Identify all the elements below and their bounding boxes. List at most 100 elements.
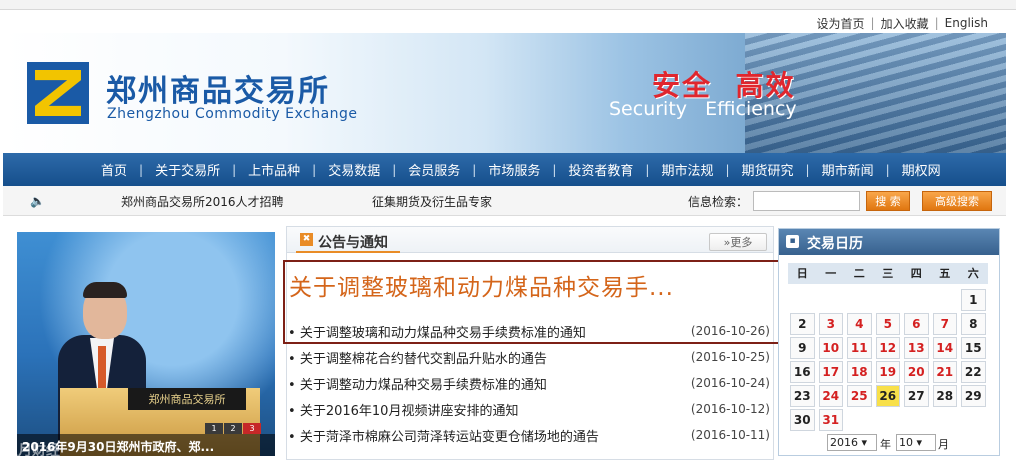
announcement-row[interactable]: • 关于调整动力煤品种交易手续费标准的通知 (2016-10-24) xyxy=(288,372,770,394)
advanced-search-button[interactable]: 高级搜索 xyxy=(922,191,992,211)
weekday-row: 日一二三四五六 xyxy=(788,263,988,284)
watermark: 玖月财经 xyxy=(4,443,60,459)
calendar-day[interactable]: 14 xyxy=(932,337,957,359)
nav-item[interactable]: 关于交易所 xyxy=(143,160,232,179)
nav-item[interactable]: 期货研究 xyxy=(730,160,806,179)
announcement-row[interactable]: • 关于调整棉花合约替代交割品升贴水的通告 (2016-10-25) xyxy=(288,346,770,368)
announcement-title[interactable]: 关于菏泽市棉麻公司菏泽转运站变更仓储场地的通告 xyxy=(300,430,599,445)
chevron-down-icon: ▾ xyxy=(861,436,868,449)
search-button[interactable]: 搜 索 xyxy=(866,191,910,211)
calendar-day[interactable]: 25 xyxy=(847,385,872,407)
calendar-day[interactable]: 18 xyxy=(847,361,872,383)
year-select[interactable]: 2016 ▾ xyxy=(827,434,877,451)
nav-item[interactable]: 投资者教育 xyxy=(556,160,645,179)
announcement-left: • 关于菏泽市棉麻公司菏泽转运站变更仓储场地的通告 xyxy=(288,426,599,445)
ticker-item[interactable]: 郑州商品交易所2016人才招聘 xyxy=(121,193,284,210)
calendar-day[interactable]: 19 xyxy=(875,361,900,383)
announcement-title[interactable]: 关于调整动力煤品种交易手续费标准的通知 xyxy=(300,378,547,393)
announcement-date: (2016-10-12) xyxy=(690,402,770,416)
calendar-day[interactable]: 21 xyxy=(932,361,957,383)
calendar-day[interactable]: 1 xyxy=(961,289,986,311)
calendar-day[interactable]: 29 xyxy=(961,385,986,407)
notice-icon: ✖ xyxy=(300,233,313,246)
calendar-day[interactable]: 20 xyxy=(904,361,929,383)
slide-dot-active[interactable]: 3 xyxy=(243,423,261,434)
nav-item[interactable]: 上市品种 xyxy=(236,160,312,179)
weekday-label: 日 xyxy=(796,267,808,280)
weekday-label: 二 xyxy=(853,267,865,280)
search-label: 信息检索： xyxy=(688,195,749,209)
weekday-label: 四 xyxy=(910,267,922,280)
calendar-day[interactable]: 15 xyxy=(961,337,986,359)
calendar-day[interactable]: 16 xyxy=(790,361,815,383)
calendar-day[interactable]: 12 xyxy=(875,337,900,359)
english-link[interactable]: English xyxy=(939,16,994,30)
nav-item[interactable]: 会员服务 xyxy=(396,160,472,179)
calendar-day[interactable]: 28 xyxy=(932,385,957,407)
announcement-row[interactable]: • 关于2016年10月视频讲座安排的通知 (2016-10-12) xyxy=(288,398,770,420)
slogan-en: Security Efficiency xyxy=(609,98,797,120)
chevron-right-icon: » xyxy=(723,235,731,249)
search-input[interactable] xyxy=(753,191,860,211)
announcements-title[interactable]: 公告与通知 xyxy=(318,232,388,252)
nav-item[interactable]: 市场服务 xyxy=(476,160,552,179)
add-bookmark-link[interactable]: 加入收藏 xyxy=(875,15,935,32)
announcement-left: • 关于调整动力煤品种交易手续费标准的通知 xyxy=(288,374,547,393)
set-home-link[interactable]: 设为首页 xyxy=(811,15,871,32)
calendar-day[interactable]: 22 xyxy=(961,361,986,383)
weekday-label: 一 xyxy=(825,267,837,280)
bullet-icon: • xyxy=(288,351,300,367)
nav-item[interactable]: 期权网 xyxy=(890,160,953,179)
calendar-day[interactable]: 11 xyxy=(847,337,872,359)
month-value: 10 xyxy=(899,436,913,449)
nav-item[interactable]: 期市法规 xyxy=(649,160,725,179)
announcement-title[interactable]: 关于调整玻璃和动力煤品种交易手续费标准的通知 xyxy=(300,326,586,341)
calendar-day-today[interactable]: 26 xyxy=(875,385,900,407)
ticker-item[interactable]: 征集期货及衍生品专家 xyxy=(372,193,492,210)
slide-dot[interactable]: 1 xyxy=(205,423,223,434)
empty-day xyxy=(847,289,872,311)
calendar-day[interactable]: 31 xyxy=(818,409,843,431)
calendar-day[interactable]: 13 xyxy=(904,337,929,359)
calendar-day[interactable]: 24 xyxy=(818,385,843,407)
nav-item[interactable]: 交易数据 xyxy=(316,160,392,179)
calendar-day[interactable]: 17 xyxy=(818,361,843,383)
year-value: 2016 xyxy=(830,436,858,449)
headline-title[interactable]: 关于调整玻璃和动力煤品种交易手... xyxy=(289,268,759,302)
calendar-icon: ▪ xyxy=(786,235,799,248)
podium-sign: 郑州商品交易所 xyxy=(128,388,246,410)
calendar-day[interactable]: 23 xyxy=(790,385,815,407)
more-button[interactable]: » 更多 xyxy=(709,233,767,251)
empty-day xyxy=(933,289,958,311)
announcement-row[interactable]: • 关于调整玻璃和动力煤品种交易手续费标准的通知 (2016-10-26) xyxy=(288,320,770,342)
calendar-day[interactable]: 27 xyxy=(904,385,929,407)
empty-day xyxy=(876,289,901,311)
empty-day xyxy=(790,289,815,311)
empty-day xyxy=(904,289,929,311)
bullet-icon: • xyxy=(288,403,300,419)
announcement-title[interactable]: 关于2016年10月视频讲座安排的通知 xyxy=(300,404,519,419)
announcement-row[interactable]: • 关于菏泽市棉麻公司菏泽转运站变更仓储场地的通告 (2016-10-11) xyxy=(288,424,770,446)
calendar-day[interactable]: 10 xyxy=(818,337,843,359)
calendar-day[interactable]: 2 xyxy=(790,313,815,335)
nav-item[interactable]: 首页 xyxy=(89,160,139,179)
calendar-day[interactable]: 30 xyxy=(790,409,815,431)
calendar-day[interactable]: 5 xyxy=(875,313,900,335)
announcement-title[interactable]: 关于调整棉花合约替代交割品升贴水的通告 xyxy=(300,352,547,367)
calendar-day[interactable]: 6 xyxy=(904,313,929,335)
nav-item[interactable]: 期市新闻 xyxy=(810,160,886,179)
calendar-day[interactable]: 4 xyxy=(847,313,872,335)
calendar-day[interactable]: 8 xyxy=(961,313,986,335)
calendar-title: 交易日历 xyxy=(807,236,863,252)
bullet-icon: • xyxy=(288,325,300,341)
month-select[interactable]: 10 ▾ xyxy=(896,434,936,451)
weekday-label: 六 xyxy=(967,267,979,280)
calendar-day[interactable]: 7 xyxy=(932,313,957,335)
slide-dot[interactable]: 2 xyxy=(224,423,242,434)
announcement-left: • 关于调整玻璃和动力煤品种交易手续费标准的通知 xyxy=(288,322,586,341)
announcement-left: • 关于2016年10月视频讲座安排的通知 xyxy=(288,400,518,419)
chevron-down-icon: ▾ xyxy=(916,436,923,449)
calendar-day[interactable]: 3 xyxy=(818,313,843,335)
calendar-day[interactable]: 9 xyxy=(790,337,815,359)
weekday-label: 三 xyxy=(882,267,894,280)
